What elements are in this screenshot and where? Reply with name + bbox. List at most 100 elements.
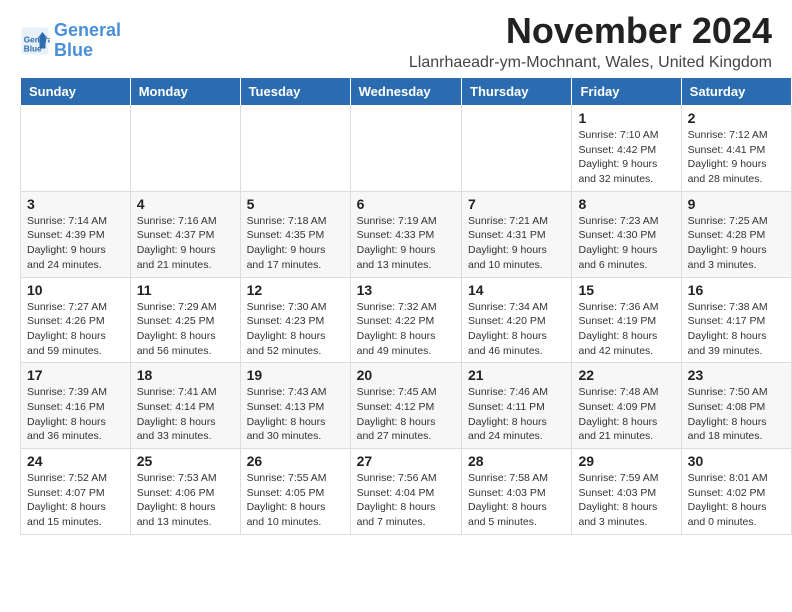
title-block: November 2024 Llanrhaeadr-ym-Mochnant, W… — [409, 10, 772, 72]
day-number: 14 — [468, 282, 565, 298]
day-info: Sunrise: 7:18 AM Sunset: 4:35 PM Dayligh… — [247, 214, 344, 273]
day-number: 16 — [688, 282, 785, 298]
calendar-cell: 25 Sunrise: 7:53 AM Sunset: 4:06 PM Dayli… — [130, 449, 240, 535]
day-info: Sunrise: 7:25 AM Sunset: 4:28 PM Dayligh… — [688, 214, 785, 273]
day-number: 20 — [357, 367, 455, 383]
calendar-cell: 21 Sunrise: 7:46 AM Sunset: 4:11 PM Dayli… — [462, 363, 572, 449]
day-info: Sunrise: 7:10 AM Sunset: 4:42 PM Dayligh… — [578, 128, 674, 187]
day-info: Sunrise: 7:48 AM Sunset: 4:09 PM Dayligh… — [578, 385, 674, 444]
calendar-cell: 12 Sunrise: 7:30 AM Sunset: 4:23 PM Dayli… — [240, 277, 350, 363]
logo-icon: General Blue — [20, 26, 50, 56]
day-number: 7 — [468, 196, 565, 212]
calendar-cell: 29Sunrise: 7:59 AM Sunset: 4:03 PM Dayli… — [572, 449, 681, 535]
calendar-cell: 24Sunrise: 7:52 AM Sunset: 4:07 PM Dayli… — [21, 449, 131, 535]
header-day-monday: Monday — [130, 78, 240, 106]
day-info: Sunrise: 7:19 AM Sunset: 4:33 PM Dayligh… — [357, 214, 455, 273]
day-info: Sunrise: 7:29 AM Sunset: 4:25 PM Dayligh… — [137, 300, 234, 359]
logo: General Blue GeneralBlue — [20, 21, 121, 61]
day-info: Sunrise: 7:23 AM Sunset: 4:30 PM Dayligh… — [578, 214, 674, 273]
day-number: 15 — [578, 282, 674, 298]
calendar-cell — [462, 106, 572, 192]
day-number: 2 — [688, 110, 785, 126]
day-info: Sunrise: 7:38 AM Sunset: 4:17 PM Dayligh… — [688, 300, 785, 359]
calendar-cell — [350, 106, 461, 192]
day-info: Sunrise: 7:58 AM Sunset: 4:03 PM Dayligh… — [468, 471, 565, 530]
calendar-cell: 13 Sunrise: 7:32 AM Sunset: 4:22 PM Dayli… — [350, 277, 461, 363]
day-info: Sunrise: 7:55 AM Sunset: 4:05 PM Dayligh… — [247, 471, 344, 530]
day-info: Sunrise: 7:21 AM Sunset: 4:31 PM Dayligh… — [468, 214, 565, 273]
day-info: Sunrise: 7:34 AM Sunset: 4:20 PM Dayligh… — [468, 300, 565, 359]
day-info: Sunrise: 7:39 AM Sunset: 4:16 PM Dayligh… — [27, 385, 124, 444]
day-number: 12 — [247, 282, 344, 298]
day-info: Sunrise: 7:16 AM Sunset: 4:37 PM Dayligh… — [137, 214, 234, 273]
calendar-cell: 9 Sunrise: 7:25 AM Sunset: 4:28 PM Daylig… — [681, 191, 791, 277]
day-number: 21 — [468, 367, 565, 383]
day-info: Sunrise: 7:56 AM Sunset: 4:04 PM Dayligh… — [357, 471, 455, 530]
day-info: Sunrise: 7:32 AM Sunset: 4:22 PM Dayligh… — [357, 300, 455, 359]
calendar-cell: 1Sunrise: 7:10 AM Sunset: 4:42 PM Daylig… — [572, 106, 681, 192]
day-info: Sunrise: 7:14 AM Sunset: 4:39 PM Dayligh… — [27, 214, 124, 273]
day-info: Sunrise: 8:01 AM Sunset: 4:02 PM Dayligh… — [688, 471, 785, 530]
calendar-cell: 5 Sunrise: 7:18 AM Sunset: 4:35 PM Daylig… — [240, 191, 350, 277]
location: Llanrhaeadr-ym-Mochnant, Wales, United K… — [409, 54, 772, 72]
logo-text: GeneralBlue — [54, 21, 121, 61]
day-number: 24 — [27, 453, 124, 469]
day-info: Sunrise: 7:53 AM Sunset: 4:06 PM Dayligh… — [137, 471, 234, 530]
day-info: Sunrise: 7:12 AM Sunset: 4:41 PM Dayligh… — [688, 128, 785, 187]
day-info: Sunrise: 7:46 AM Sunset: 4:11 PM Dayligh… — [468, 385, 565, 444]
week-row-2: 3 Sunrise: 7:14 AM Sunset: 4:39 PM Daylig… — [21, 191, 792, 277]
day-number: 11 — [137, 282, 234, 298]
day-number: 22 — [578, 367, 674, 383]
day-number: 13 — [357, 282, 455, 298]
week-row-5: 24Sunrise: 7:52 AM Sunset: 4:07 PM Dayli… — [21, 449, 792, 535]
calendar-cell: 4 Sunrise: 7:16 AM Sunset: 4:37 PM Daylig… — [130, 191, 240, 277]
day-number: 19 — [247, 367, 344, 383]
header-day-sunday: Sunday — [21, 78, 131, 106]
month-title: November 2024 — [409, 10, 772, 52]
calendar-table: SundayMondayTuesdayWednesdayThursdayFrid… — [20, 77, 792, 535]
calendar-cell: 27Sunrise: 7:56 AM Sunset: 4:04 PM Dayli… — [350, 449, 461, 535]
calendar-cell: 11 Sunrise: 7:29 AM Sunset: 4:25 PM Dayli… — [130, 277, 240, 363]
day-info: Sunrise: 7:41 AM Sunset: 4:14 PM Dayligh… — [137, 385, 234, 444]
calendar-cell: 8Sunrise: 7:23 AM Sunset: 4:30 PM Daylig… — [572, 191, 681, 277]
day-number: 23 — [688, 367, 785, 383]
calendar-cell: 16 Sunrise: 7:38 AM Sunset: 4:17 PM Dayli… — [681, 277, 791, 363]
day-info: Sunrise: 7:59 AM Sunset: 4:03 PM Dayligh… — [578, 471, 674, 530]
header-row: SundayMondayTuesdayWednesdayThursdayFrid… — [21, 78, 792, 106]
day-info: Sunrise: 7:30 AM Sunset: 4:23 PM Dayligh… — [247, 300, 344, 359]
calendar-cell: 14 Sunrise: 7:34 AM Sunset: 4:20 PM Dayli… — [462, 277, 572, 363]
header-day-saturday: Saturday — [681, 78, 791, 106]
calendar-cell: 7 Sunrise: 7:21 AM Sunset: 4:31 PM Daylig… — [462, 191, 572, 277]
calendar-cell — [240, 106, 350, 192]
day-number: 4 — [137, 196, 234, 212]
calendar-cell: 18Sunrise: 7:41 AM Sunset: 4:14 PM Dayli… — [130, 363, 240, 449]
calendar-cell: 17 Sunrise: 7:39 AM Sunset: 4:16 PM Dayli… — [21, 363, 131, 449]
header-day-friday: Friday — [572, 78, 681, 106]
day-info: Sunrise: 7:27 AM Sunset: 4:26 PM Dayligh… — [27, 300, 124, 359]
day-number: 9 — [688, 196, 785, 212]
calendar-cell: 30 Sunrise: 8:01 AM Sunset: 4:02 PM Dayli… — [681, 449, 791, 535]
page-header: General Blue GeneralBlue November 2024 L… — [0, 0, 792, 77]
day-info: Sunrise: 7:43 AM Sunset: 4:13 PM Dayligh… — [247, 385, 344, 444]
calendar-cell: 23 Sunrise: 7:50 AM Sunset: 4:08 PM Dayli… — [681, 363, 791, 449]
calendar-cell: 15 Sunrise: 7:36 AM Sunset: 4:19 PM Dayli… — [572, 277, 681, 363]
calendar-cell: 20Sunrise: 7:45 AM Sunset: 4:12 PM Dayli… — [350, 363, 461, 449]
calendar-cell: 22 Sunrise: 7:48 AM Sunset: 4:09 PM Dayli… — [572, 363, 681, 449]
day-number: 25 — [137, 453, 234, 469]
calendar-cell: 3 Sunrise: 7:14 AM Sunset: 4:39 PM Daylig… — [21, 191, 131, 277]
calendar-cell: 19 Sunrise: 7:43 AM Sunset: 4:13 PM Dayli… — [240, 363, 350, 449]
calendar-cell: 2 Sunrise: 7:12 AM Sunset: 4:41 PM Daylig… — [681, 106, 791, 192]
day-info: Sunrise: 7:36 AM Sunset: 4:19 PM Dayligh… — [578, 300, 674, 359]
day-info: Sunrise: 7:50 AM Sunset: 4:08 PM Dayligh… — [688, 385, 785, 444]
day-number: 17 — [27, 367, 124, 383]
calendar-cell — [130, 106, 240, 192]
day-number: 3 — [27, 196, 124, 212]
header-day-thursday: Thursday — [462, 78, 572, 106]
calendar-cell — [21, 106, 131, 192]
day-number: 28 — [468, 453, 565, 469]
day-number: 30 — [688, 453, 785, 469]
calendar-wrapper: SundayMondayTuesdayWednesdayThursdayFrid… — [0, 77, 792, 545]
day-number: 26 — [247, 453, 344, 469]
day-number: 5 — [247, 196, 344, 212]
svg-text:Blue: Blue — [24, 45, 42, 54]
